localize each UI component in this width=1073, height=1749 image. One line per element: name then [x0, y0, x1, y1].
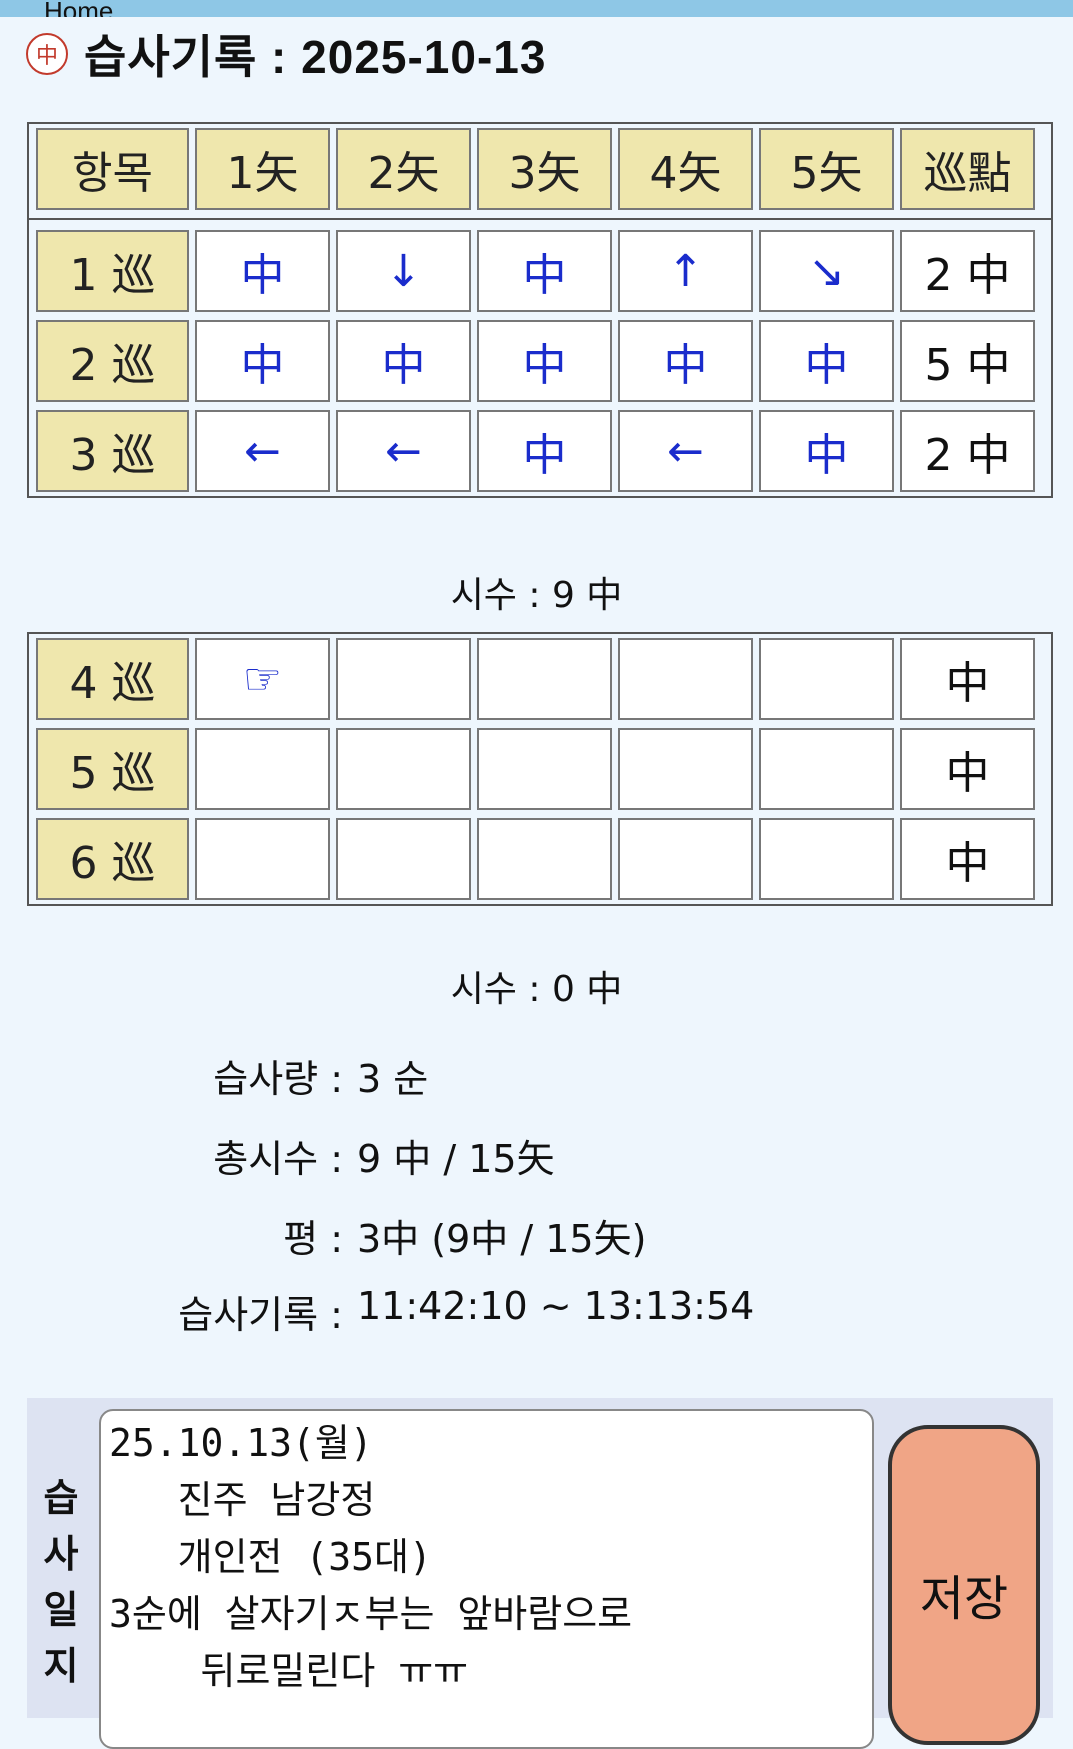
- save-button[interactable]: 저장: [888, 1425, 1040, 1745]
- stat-practice-amount: 습사량 : 3 순: [0, 1048, 1073, 1101]
- round-row: 6 巡 中: [29, 814, 1051, 904]
- column-header-shot5: 5矢: [759, 128, 894, 210]
- stat-total-hits: 총시수 : 9 中 / 15矢: [0, 1128, 1073, 1181]
- stat-value: 3 순: [357, 1057, 429, 1101]
- shot-cell[interactable]: 中: [477, 320, 612, 402]
- shot-cell[interactable]: [759, 818, 894, 900]
- stat-label: 습사기록 :: [178, 1293, 343, 1337]
- shot-cell[interactable]: [195, 818, 330, 900]
- set2-hits-summary: 시수 : 0 中: [450, 969, 623, 1010]
- round-label: 4 巡: [36, 638, 189, 720]
- score-grid-set2: 4 巡 ☞ 中 5 巡 中 6 巡 中: [27, 632, 1053, 906]
- shot-cell[interactable]: 中: [195, 230, 330, 312]
- column-header-round-score: 巡點: [900, 128, 1035, 210]
- round-score: 中: [900, 638, 1035, 720]
- round-label: 2 巡: [36, 320, 189, 402]
- shot-cell[interactable]: [477, 638, 612, 720]
- shot-cell[interactable]: [759, 728, 894, 810]
- side-label-char: 사: [43, 1532, 79, 1576]
- shot-cell[interactable]: 中: [477, 230, 612, 312]
- stat-average: 평 : 3中 (9中 / 15矢): [0, 1208, 1073, 1261]
- column-header-shot2: 2矢: [336, 128, 471, 210]
- shot-cell[interactable]: ←: [336, 410, 471, 492]
- shot-cell[interactable]: ↑: [618, 230, 753, 312]
- shot-cell[interactable]: [477, 818, 612, 900]
- score-grid-set1: 항목 1矢 2矢 3矢 4矢 5矢 巡點 1 巡 中 ↓ 中 ↑ ↘ 2 中 2…: [27, 122, 1053, 498]
- stat-value: 9 中 / 15矢: [357, 1137, 555, 1181]
- round-score: 2 中: [900, 230, 1035, 312]
- stat-label: 평 :: [283, 1217, 343, 1261]
- page-title: 습사기록 : 2025-10-13: [84, 31, 547, 83]
- side-label-char: 습: [43, 1476, 79, 1520]
- journal-side-label: 습 사 일 지: [36, 1470, 86, 1694]
- stat-value: 11:42:10 ~ 13:13:54: [357, 1284, 755, 1328]
- round-row: 5 巡 中: [29, 724, 1051, 814]
- round-score: 2 中: [900, 410, 1035, 492]
- round-label: 5 巡: [36, 728, 189, 810]
- shot-cell[interactable]: 中: [336, 320, 471, 402]
- shot-cell[interactable]: ↘: [759, 230, 894, 312]
- shot-cell[interactable]: [759, 638, 894, 720]
- stat-value: 3中 (9中 / 15矢): [357, 1217, 647, 1261]
- side-label-char: 지: [43, 1644, 79, 1688]
- column-header-shot1: 1矢: [195, 128, 330, 210]
- shot-cell[interactable]: 中: [759, 320, 894, 402]
- round-score: 中: [900, 728, 1035, 810]
- shot-cell[interactable]: ↓: [336, 230, 471, 312]
- column-header-shot3: 3矢: [477, 128, 612, 210]
- shot-cell[interactable]: 中: [618, 320, 753, 402]
- round-label: 3 巡: [36, 410, 189, 492]
- shot-cell[interactable]: ←: [195, 410, 330, 492]
- home-link[interactable]: Home: [44, 0, 113, 17]
- set1-hits-summary: 시수 : 9 中: [450, 575, 623, 616]
- journal-textarea[interactable]: 25.10.13(월) 진주 남강정 개인전 (35대) 3순에 살자기ㅈ부는 …: [99, 1409, 874, 1749]
- side-label-char: 일: [43, 1588, 79, 1632]
- page-header: 中 습사기록 : 2025-10-13: [26, 24, 546, 84]
- shot-cell[interactable]: 中: [759, 410, 894, 492]
- stat-session-time: 습사기록 : 11:42:10 ~ 13:13:54: [0, 1284, 1073, 1337]
- target-logo-icon: 中: [26, 33, 68, 75]
- round-row: 3 巡 ← ← 中 ← 中 2 中: [29, 406, 1051, 496]
- round-row: 1 巡 中 ↓ 中 ↑ ↘ 2 中: [29, 226, 1051, 316]
- round-row: 4 巡 ☞ 中: [29, 634, 1051, 724]
- round-row: 2 巡 中 中 中 中 中 5 中: [29, 316, 1051, 406]
- shot-cell[interactable]: [618, 728, 753, 810]
- shot-cell[interactable]: [618, 818, 753, 900]
- shot-cell[interactable]: [477, 728, 612, 810]
- shot-cell[interactable]: [336, 818, 471, 900]
- shot-cell[interactable]: 中: [477, 410, 612, 492]
- shot-cell[interactable]: 中: [195, 320, 330, 402]
- round-label: 6 巡: [36, 818, 189, 900]
- column-header-item: 항목: [36, 128, 189, 210]
- shot-cell[interactable]: [195, 728, 330, 810]
- shot-cell[interactable]: ←: [618, 410, 753, 492]
- stat-label: 총시수 :: [213, 1137, 343, 1181]
- shot-cell[interactable]: [336, 728, 471, 810]
- header-row: 항목 1矢 2矢 3矢 4矢 5矢 巡點: [29, 124, 1051, 214]
- round-label: 1 巡: [36, 230, 189, 312]
- round-score: 5 中: [900, 320, 1035, 402]
- shot-cell[interactable]: [618, 638, 753, 720]
- column-header-shot4: 4矢: [618, 128, 753, 210]
- stat-label: 습사량 :: [213, 1057, 343, 1101]
- current-shot-pointer-icon[interactable]: ☞: [195, 638, 330, 720]
- top-nav-bar[interactable]: Home: [0, 0, 1073, 17]
- round-score: 中: [900, 818, 1035, 900]
- shot-cell[interactable]: [336, 638, 471, 720]
